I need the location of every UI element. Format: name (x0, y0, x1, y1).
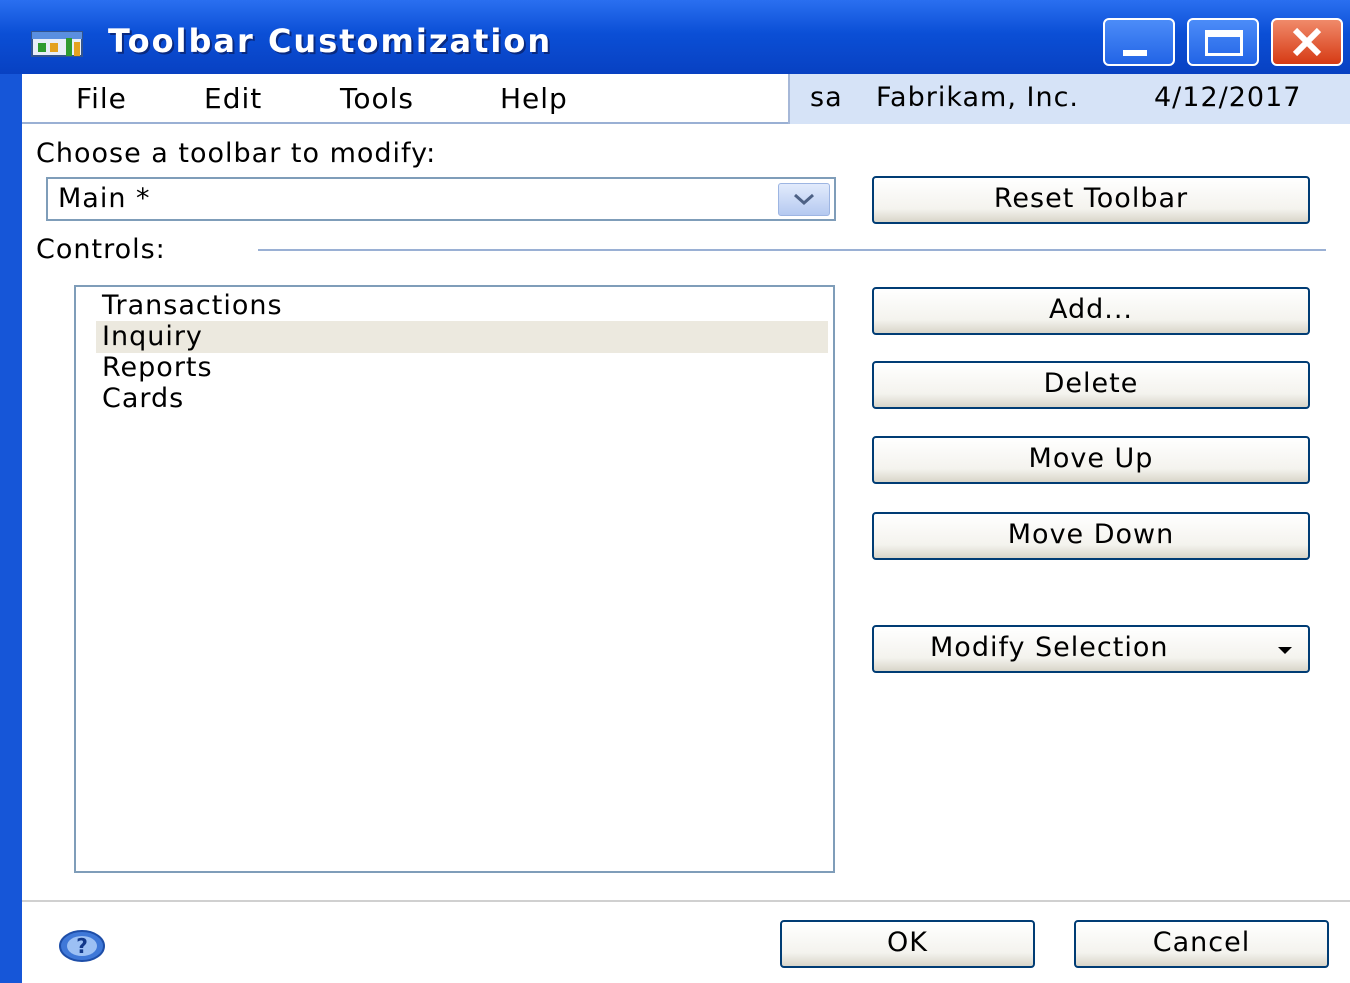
ok-button[interactable]: OK (780, 920, 1035, 968)
menu-file[interactable]: File (76, 82, 127, 115)
minimize-button[interactable] (1103, 18, 1175, 66)
session-info-bar: sa Fabrikam, Inc. 4/12/2017 (788, 74, 1350, 124)
company-name: Fabrikam, Inc. (876, 82, 1080, 113)
controls-label: Controls: (36, 234, 166, 265)
dialog-client-area: File Edit Tools Help sa Fabrikam, Inc. 4… (22, 74, 1350, 983)
modify-selection-label: Modify Selection (930, 632, 1169, 663)
minimize-icon (1123, 50, 1147, 56)
reset-toolbar-button[interactable]: Reset Toolbar (872, 176, 1310, 224)
list-item[interactable]: Reports (96, 352, 828, 384)
toolbar-customization-window: Toolbar Customization File Edit Tools He… (0, 0, 1350, 983)
maximize-button[interactable] (1187, 18, 1259, 66)
move-down-button[interactable]: Move Down (872, 512, 1310, 560)
window-title: Toolbar Customization (108, 22, 553, 60)
user-id: sa (810, 82, 843, 113)
footer-divider (22, 900, 1350, 902)
list-item[interactable]: Transactions (96, 290, 828, 322)
close-icon (1292, 27, 1322, 57)
toolbar-select-value: Main * (58, 183, 151, 214)
toolbar-select-dropdown[interactable]: Main * (46, 177, 836, 221)
menu-tools[interactable]: Tools (340, 82, 414, 115)
list-item[interactable]: Cards (96, 383, 828, 415)
controls-divider (258, 249, 1326, 251)
toolbar-select-label: Choose a toolbar to modify: (36, 138, 437, 169)
menu-edit[interactable]: Edit (204, 82, 262, 115)
controls-listbox[interactable]: Transactions Inquiry Reports Cards (74, 285, 835, 873)
user-date: 4/12/2017 (1154, 82, 1302, 113)
title-bar[interactable]: Toolbar Customization (0, 0, 1350, 74)
help-icon[interactable]: ? (58, 929, 106, 963)
toolbar-app-icon (31, 31, 83, 57)
chevron-down-icon (794, 193, 814, 206)
list-item-selected[interactable]: Inquiry (96, 321, 828, 353)
add-button[interactable]: Add... (872, 287, 1310, 335)
move-up-button[interactable]: Move Up (872, 436, 1310, 484)
close-button[interactable] (1271, 18, 1343, 66)
delete-button[interactable]: Delete (872, 361, 1310, 409)
dropdown-button[interactable] (778, 183, 830, 216)
menu-help[interactable]: Help (500, 82, 568, 115)
svg-text:?: ? (76, 934, 88, 958)
menu-bar: File Edit Tools Help sa Fabrikam, Inc. 4… (22, 74, 1350, 124)
cancel-button[interactable]: Cancel (1074, 920, 1329, 968)
dropdown-arrow-icon (1278, 647, 1292, 654)
modify-selection-button[interactable]: Modify Selection (872, 625, 1310, 673)
maximize-icon (1205, 30, 1243, 56)
